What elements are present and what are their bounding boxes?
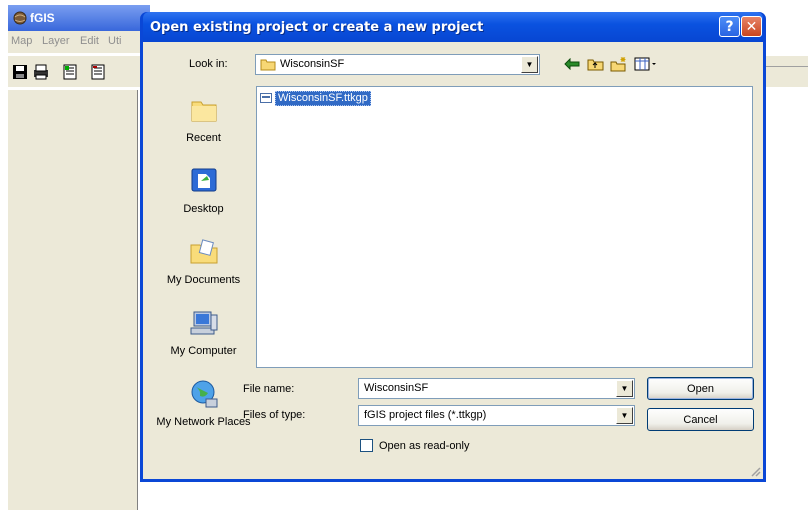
- resize-grip-icon[interactable]: [749, 465, 761, 477]
- close-button[interactable]: ✕: [741, 16, 762, 37]
- cancel-button[interactable]: Cancel: [647, 408, 754, 431]
- list-item[interactable]: WisconsinSF.ttkgp: [260, 90, 371, 106]
- look-in-label: Look in:: [189, 58, 228, 70]
- menu-utilities[interactable]: Uti: [108, 35, 121, 47]
- app-title: fGIS: [30, 11, 55, 25]
- open-button[interactable]: Open: [647, 377, 754, 400]
- my-documents-icon: [190, 239, 217, 264]
- place-my-network[interactable]: My Network Places: [156, 377, 251, 429]
- file-icon: [260, 93, 272, 103]
- view-menu-icon[interactable]: [633, 55, 659, 73]
- menu-edit[interactable]: Edit: [80, 35, 99, 47]
- look-in-dropdown[interactable]: WisconsinSF ▼: [255, 54, 540, 75]
- place-desktop[interactable]: Desktop: [156, 164, 251, 216]
- place-label: My Network Places: [156, 416, 251, 428]
- read-only-checkbox[interactable]: [360, 439, 373, 452]
- recent-folder-icon: [191, 101, 216, 122]
- dialog-title-bar[interactable]: Open existing project or create a new pr…: [143, 12, 763, 42]
- file-type-label: Files of type:: [243, 409, 306, 421]
- app-toolbar: [8, 55, 150, 87]
- dialog-body: Look in: WisconsinSF ▼ Recent Desktop My…: [143, 42, 763, 479]
- read-only-option[interactable]: Open as read-only: [360, 439, 470, 452]
- remove-layer-icon[interactable]: [88, 62, 108, 82]
- places-bar: Recent Desktop My Documents My Computer: [156, 88, 251, 471]
- file-type-value: fGIS project files (*.ttkgp): [364, 409, 487, 421]
- back-arrow-icon[interactable]: [562, 55, 582, 73]
- look-in-value: WisconsinSF: [280, 58, 345, 70]
- menu-layer[interactable]: Layer: [42, 35, 70, 47]
- folder-icon: [260, 59, 276, 71]
- read-only-label: Open as read-only: [379, 439, 470, 452]
- print-icon[interactable]: [31, 62, 51, 82]
- file-name-label: File name:: [243, 383, 295, 395]
- my-computer-icon: [190, 311, 217, 335]
- place-label: My Documents: [166, 274, 241, 286]
- layer-panel: [8, 90, 138, 510]
- place-my-computer[interactable]: My Computer: [156, 306, 251, 358]
- chevron-down-icon[interactable]: ▼: [616, 380, 633, 397]
- place-recent[interactable]: Recent: [156, 93, 251, 145]
- help-button[interactable]: ?: [719, 16, 740, 37]
- up-folder-icon[interactable]: [585, 55, 605, 73]
- menu-map[interactable]: Map: [11, 35, 32, 47]
- dialog-title: Open existing project or create a new pr…: [150, 20, 484, 35]
- globe-app-icon: [13, 11, 27, 25]
- new-folder-icon[interactable]: [609, 55, 629, 73]
- add-layer-icon[interactable]: [60, 62, 80, 82]
- app-menubar: Map Layer Edit Uti: [8, 31, 150, 53]
- file-list[interactable]: WisconsinSF.ttkgp: [256, 86, 753, 368]
- place-label: My Computer: [170, 345, 237, 357]
- app-title-bar: fGIS: [8, 5, 150, 31]
- file-name-field[interactable]: WisconsinSF ▼: [358, 378, 635, 399]
- file-name-text: WisconsinSF.ttkgp: [275, 90, 371, 106]
- place-label: Desktop: [183, 203, 224, 215]
- save-icon[interactable]: [10, 62, 30, 82]
- app-toolbar-right: [760, 55, 808, 87]
- desktop-icon: [191, 168, 216, 192]
- open-project-dialog: Open existing project or create a new pr…: [140, 12, 766, 482]
- file-name-value: WisconsinSF: [364, 382, 429, 394]
- place-my-documents[interactable]: My Documents: [156, 235, 251, 287]
- chevron-down-icon[interactable]: ▼: [521, 56, 538, 73]
- network-globe-icon: [191, 380, 217, 408]
- place-label: Recent: [186, 132, 221, 144]
- file-type-dropdown[interactable]: fGIS project files (*.ttkgp) ▼: [358, 405, 635, 426]
- chevron-down-icon[interactable]: ▼: [616, 407, 633, 424]
